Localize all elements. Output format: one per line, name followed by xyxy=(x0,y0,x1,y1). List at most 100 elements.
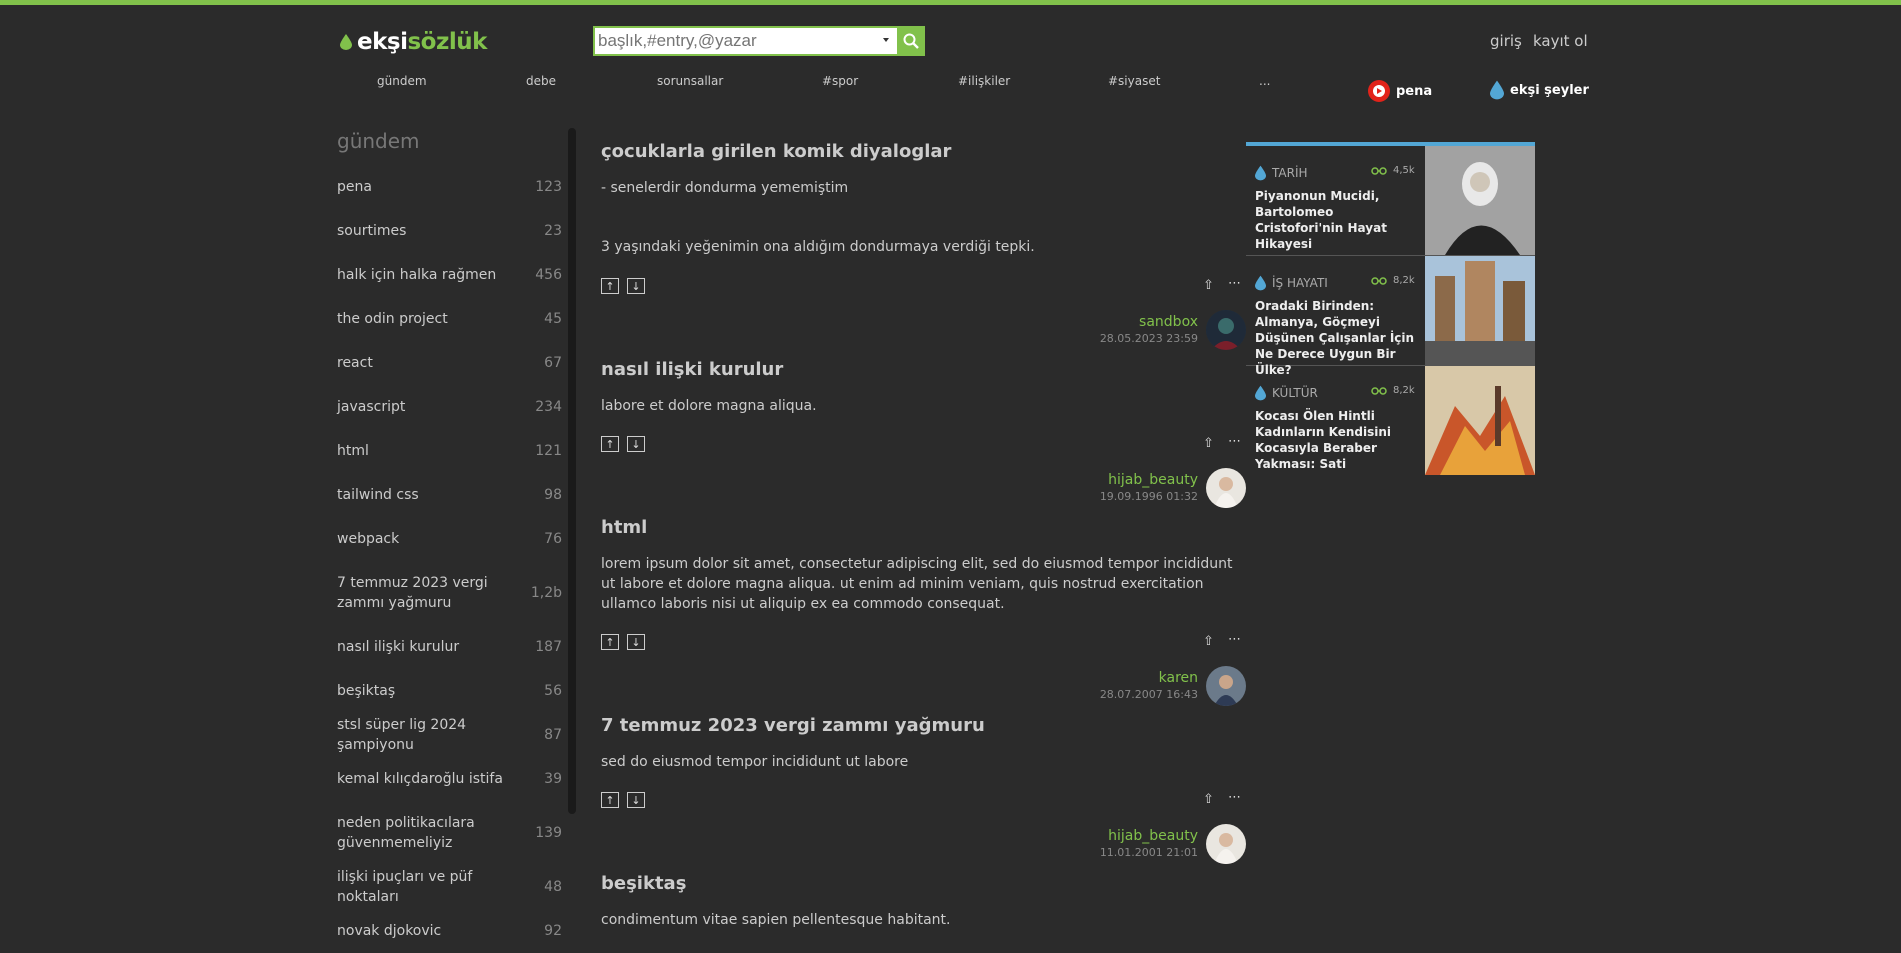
entry-author: karen 28.07.2007 16:43 xyxy=(1100,669,1198,703)
nav-spor[interactable]: #spor xyxy=(822,74,858,88)
featured-card[interactable]: KÜLTÜR 8,2k Kocası Ölen Hintli Kadınları… xyxy=(1246,366,1535,475)
entry-title[interactable]: html xyxy=(601,516,1246,540)
sidebar-item[interactable]: react 67 xyxy=(337,341,562,385)
nav-iliskiler[interactable]: #ilişkiler xyxy=(958,74,1010,88)
sidebar-item-label: tailwind css xyxy=(337,487,419,503)
nav-more[interactable]: ... xyxy=(1259,74,1270,88)
entry-body: 3 yaşındaki yeğenimin ona aldığım dondur… xyxy=(601,239,1035,255)
share-icon[interactable]: ⇧ xyxy=(1203,792,1214,807)
entry-date[interactable]: 11.01.2001 21:01 xyxy=(1100,845,1198,861)
downvote-button[interactable]: ↓ xyxy=(627,278,645,294)
card-views: 4,5k xyxy=(1371,165,1415,176)
card-title[interactable]: Kocası Ölen Hintli Kadınların Kendisini … xyxy=(1255,408,1415,472)
entry-title[interactable]: çocuklarla girilen komik diyaloglar xyxy=(601,140,1246,164)
search-dropdown-caret-icon[interactable] xyxy=(883,38,889,42)
nav-debe[interactable]: debe xyxy=(526,74,556,88)
sidebar-item[interactable]: javascript 234 xyxy=(337,385,562,429)
logo-text-part2: sözlük xyxy=(407,29,487,55)
card-category: TARİH xyxy=(1255,165,1308,181)
sidebar-item[interactable]: neden politikacılara güvenmemeliyiz 139 xyxy=(337,801,562,865)
card-title[interactable]: Piyanonun Mucidi, Bartolomeo Cristofori'… xyxy=(1255,188,1415,252)
sidebar-item-label: beşiktaş xyxy=(337,683,396,699)
sidebar-item[interactable]: kemal kılıçdaroğlu istifa 39 xyxy=(337,757,562,801)
author-name[interactable]: karen xyxy=(1100,669,1198,687)
sidebar-item[interactable]: pena 123 xyxy=(337,165,562,209)
card-category-label: İŞ HAYATI xyxy=(1272,276,1328,290)
avatar[interactable] xyxy=(1206,666,1246,706)
sidebar-item[interactable]: beşiktaş 56 xyxy=(337,669,562,713)
share-icon[interactable]: ⇧ xyxy=(1203,278,1214,293)
share-icon[interactable]: ⇧ xyxy=(1203,436,1214,451)
sidebar-item[interactable]: sourtimes 23 xyxy=(337,209,562,253)
sidebar-item[interactable]: tailwind css 98 xyxy=(337,473,562,517)
sidebar-item-label: novak djokovic xyxy=(337,923,442,939)
featured-card[interactable]: TARİH 4,5k Piyanonun Mucidi, Bartolomeo … xyxy=(1246,146,1535,256)
downvote-button[interactable]: ↓ xyxy=(627,634,645,650)
card-image[interactable] xyxy=(1425,256,1535,365)
upvote-button[interactable]: ↑ xyxy=(601,634,619,650)
avatar[interactable] xyxy=(1206,468,1246,508)
more-options-icon[interactable]: ⋯ xyxy=(1228,276,1241,291)
nav-pena[interactable]: pena xyxy=(1368,80,1432,102)
sidebar-item[interactable]: html 121 xyxy=(337,429,562,473)
author-name[interactable]: hijab_beauty xyxy=(1100,827,1198,845)
entry-title[interactable]: beşiktaş xyxy=(601,872,1246,896)
sidebar-title[interactable]: gündem xyxy=(337,128,562,154)
entry: html lorem ipsum dolor sit amet, consect… xyxy=(601,516,1246,706)
avatar[interactable] xyxy=(1206,310,1246,350)
entry-author: hijab_beauty 19.09.1996 01:32 xyxy=(1100,471,1198,505)
drop-icon xyxy=(1490,80,1504,100)
entry-author: sandbox 28.05.2023 23:59 xyxy=(1100,313,1198,347)
avatar[interactable] xyxy=(1206,824,1246,864)
nav-siyaset[interactable]: #siyaset xyxy=(1108,74,1160,88)
downvote-button[interactable]: ↓ xyxy=(627,792,645,808)
card-image[interactable] xyxy=(1425,366,1535,475)
sidebar-item[interactable]: stsl süper lig 2024 şampiyonu 87 xyxy=(337,713,562,757)
sidebar-item[interactable]: ilişki ipuçları ve püf noktaları 48 xyxy=(337,865,562,909)
entry-author: hijab_beauty 11.01.2001 21:01 xyxy=(1100,827,1198,861)
header: ekşisözlük giriş kayıt ol gündem debe so… xyxy=(0,5,1901,105)
sidebar-item[interactable]: nasıl ilişki kurulur 187 xyxy=(337,625,562,669)
sidebar-item[interactable]: 7 temmuz 2023 vergi zammı yağmuru 1,2b xyxy=(337,561,562,625)
nav-gundem[interactable]: gündem xyxy=(377,74,427,88)
sidebar-item-count: 87 xyxy=(544,727,562,743)
login-link[interactable]: giriş xyxy=(1490,32,1522,50)
upvote-button[interactable]: ↑ xyxy=(601,436,619,452)
sidebar-item-count: 56 xyxy=(544,683,562,699)
entry-date[interactable]: 28.07.2007 16:43 xyxy=(1100,687,1198,703)
sidebar-item[interactable]: the odin project 45 xyxy=(337,297,562,341)
entry-title[interactable]: nasıl ilişki kurulur xyxy=(601,358,1246,382)
sidebar-item-count: 48 xyxy=(544,879,562,895)
logo[interactable]: ekşi sözlük xyxy=(340,29,487,55)
author-name[interactable]: sandbox xyxy=(1100,313,1198,331)
sidebar-item[interactable]: webpack 76 xyxy=(337,517,562,561)
sidebar-item-label: 7 temmuz 2023 vergi zammı yağmuru xyxy=(337,575,488,611)
sidebar-scrollbar[interactable] xyxy=(568,128,576,814)
sidebar-item[interactable]: halk için halka rağmen 456 xyxy=(337,253,562,297)
upvote-button[interactable]: ↑ xyxy=(601,278,619,294)
card-views: 8,2k xyxy=(1371,275,1415,286)
card-image[interactable] xyxy=(1425,146,1535,255)
entry: beşiktaş condimentum vitae sapien pellen… xyxy=(601,872,1246,928)
entry-date[interactable]: 19.09.1996 01:32 xyxy=(1100,489,1198,505)
more-options-icon[interactable]: ⋯ xyxy=(1228,790,1241,805)
nav-eksi-seyler[interactable]: ekşi şeyler xyxy=(1490,80,1589,100)
author-name[interactable]: hijab_beauty xyxy=(1100,471,1198,489)
sidebar-item[interactable]: novak djokovic 92 xyxy=(337,909,562,953)
more-options-icon[interactable]: ⋯ xyxy=(1228,632,1241,647)
upvote-button[interactable]: ↑ xyxy=(601,792,619,808)
sidebar-item-label: neden politikacılara güvenmemeliyiz xyxy=(337,815,475,851)
register-link[interactable]: kayıt ol xyxy=(1533,32,1588,50)
sidebar-item-count: 98 xyxy=(544,487,562,503)
glasses-icon xyxy=(1371,276,1387,285)
more-options-icon[interactable]: ⋯ xyxy=(1228,434,1241,449)
search-input[interactable] xyxy=(593,26,898,56)
downvote-button[interactable]: ↓ xyxy=(627,436,645,452)
search-button[interactable] xyxy=(897,26,925,56)
featured-card[interactable]: İŞ HAYATI 8,2k Oradaki Birinden: Almanya… xyxy=(1246,256,1535,377)
entry-date[interactable]: 28.05.2023 23:59 xyxy=(1100,331,1198,347)
entry-title[interactable]: 7 temmuz 2023 vergi zammı yağmuru xyxy=(601,714,1246,738)
pena-icon xyxy=(1368,80,1390,102)
nav-sorunsallar[interactable]: sorunsallar xyxy=(657,74,723,88)
share-icon[interactable]: ⇧ xyxy=(1203,634,1214,649)
